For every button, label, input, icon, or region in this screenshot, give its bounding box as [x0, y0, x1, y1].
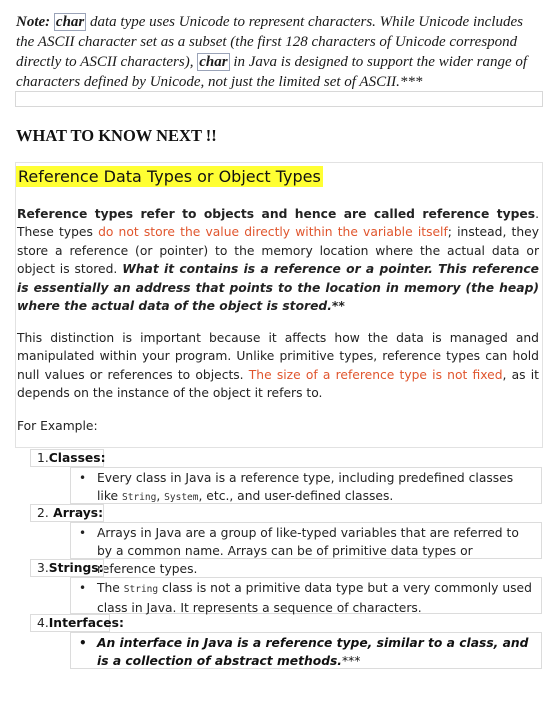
list-number: 4.	[37, 616, 49, 630]
list-item-interfaces: 4. Interfaces: • An interface in Java is a…	[30, 614, 542, 669]
inline-code-system: System	[164, 492, 199, 503]
empty-table-row	[15, 91, 543, 107]
list-label: Strings:	[48, 561, 104, 575]
list-number: 1.	[37, 451, 49, 465]
p1-stars: **	[331, 299, 345, 314]
note-paragraph: Note: char data type uses Unicode to rep…	[16, 12, 542, 92]
list-sub-item: • Arrays in Java are a group of like-type…	[70, 522, 542, 576]
list-sub-item: • The String class is not a primitive dat…	[70, 577, 542, 615]
bullet-icon: •	[79, 526, 87, 540]
list-item-arrays: 2. Arrays: • Arrays in Java are a group of…	[30, 504, 542, 576]
list-item-head: 3. Strings:	[30, 559, 104, 577]
heading-what-to-know-next: WHAT TO KNOW NEXT !!	[16, 126, 217, 145]
bullet-icon: •	[79, 471, 87, 485]
reference-types-list: 1. Classes: • Every class in Java is a ref…	[30, 449, 542, 669]
section-title: Reference Data Types or Object Types	[16, 166, 323, 187]
list-sub-item: • Every class in Java is a reference type…	[70, 467, 542, 504]
sub-stars: ***	[341, 654, 361, 668]
list-number: 3.	[37, 561, 49, 575]
sub-text-post: , etc., and user-defined classes.	[198, 489, 394, 503]
list-item-classes: 1. Classes: • Every class in Java is a ref…	[30, 449, 542, 504]
p1-bold-lead: Reference types refer to objects and hen…	[17, 207, 536, 221]
for-example-label: For Example:	[17, 419, 98, 433]
list-label: Interfaces:	[48, 616, 124, 630]
sub-text-post: class is not a primitive data type but a…	[97, 581, 532, 615]
sub-text: An interface in Java is a reference type…	[97, 636, 529, 668]
sub-text-sep: ,	[156, 489, 165, 503]
list-number: 2.	[37, 506, 49, 520]
p2-red-highlight: The size of a reference type is not fixe…	[248, 367, 503, 382]
list-item-strings: 3. Strings: • The String class is not a pr…	[30, 559, 542, 615]
paragraph-reference-types: Reference types refer to objects and hen…	[17, 205, 539, 315]
bullet-icon: •	[79, 581, 87, 595]
list-sub-item: • An interface in Java is a reference typ…	[70, 632, 542, 669]
inline-code-string: String	[122, 492, 157, 503]
list-label: Arrays:	[53, 506, 103, 520]
list-label: Classes:	[48, 451, 106, 465]
bullet-icon: •	[79, 636, 87, 650]
paragraph-distinction: This distinction is important because it…	[17, 329, 539, 403]
inline-code-char: char	[53, 13, 87, 31]
inline-code-char-2: char	[197, 53, 230, 71]
list-item-head: 2. Arrays:	[30, 504, 104, 522]
list-item-head: 1. Classes:	[30, 449, 106, 467]
inline-code-string: String	[123, 584, 159, 595]
note-label: Note:	[16, 14, 51, 30]
p1-red-highlight: do not store the value directly within t…	[98, 225, 448, 240]
sub-text: The	[97, 581, 124, 595]
list-item-head: 4. Interfaces:	[30, 614, 124, 632]
